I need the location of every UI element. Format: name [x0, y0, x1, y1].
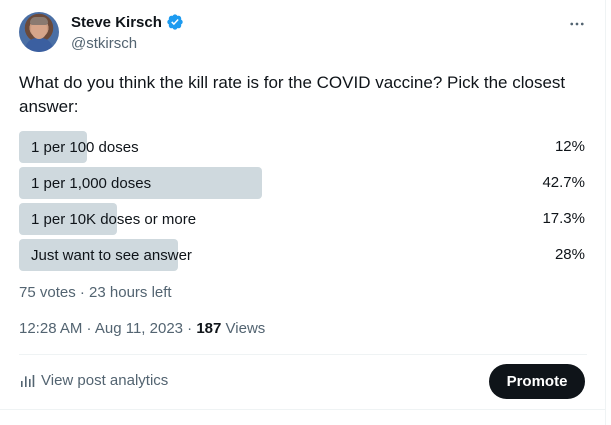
author-handle[interactable]: @stkirsch	[71, 35, 137, 52]
views-label: Views	[221, 320, 266, 337]
post-card: Steve Kirsch @stkirsch What do you think…	[0, 0, 606, 425]
bar-chart-icon	[21, 374, 35, 387]
promote-button[interactable]: Promote	[489, 364, 585, 399]
bottom-divider	[0, 409, 606, 410]
poll-option: 1 per 100 doses 12%	[19, 131, 587, 163]
poll: 1 per 100 doses 12% 1 per 1,000 doses 42.7%…	[19, 131, 587, 275]
views-count: 187	[196, 320, 222, 337]
author-name[interactable]: Steve Kirsch	[71, 14, 162, 31]
verified-badge-icon[interactable]	[166, 13, 184, 31]
more-horizontal-icon[interactable]	[565, 12, 589, 36]
poll-option-percent: 42.7%	[542, 174, 585, 191]
post-header: Steve Kirsch @stkirsch	[19, 12, 589, 56]
poll-option: Just want to see answer 28%	[19, 239, 587, 271]
poll-option-label: 1 per 10K doses or more	[31, 210, 197, 228]
poll-summary: 75 votes · 23 hours left	[19, 284, 172, 301]
poll-option: 1 per 1,000 doses 42.7%	[19, 167, 587, 199]
divider	[19, 354, 587, 355]
more-dots-icon	[570, 22, 584, 26]
post-text: What do you think the kill rate is for t…	[19, 73, 566, 116]
poll-option-label: Just want to see answer	[31, 246, 192, 264]
poll-option-label: 1 per 100 doses	[31, 138, 139, 156]
poll-option-percent: 12%	[554, 138, 585, 155]
avatar[interactable]	[19, 12, 59, 52]
view-analytics-label[interactable]: View post analytics	[41, 372, 168, 389]
poll-option: 1 per 10K doses or more 17.3%	[19, 203, 587, 235]
author-name-row[interactable]: Steve Kirsch	[71, 13, 184, 31]
poll-option-percent: 17.3%	[542, 210, 585, 227]
post-timestamp[interactable]: 12:28 AM · Aug 11, 2023 · 187 Views	[19, 320, 265, 337]
avatar-hair	[30, 17, 48, 25]
post-datetime[interactable]: 12:28 AM · Aug 11, 2023 ·	[19, 320, 196, 337]
poll-option-label: 1 per 1,000 doses	[31, 174, 152, 192]
poll-option-percent: 28%	[554, 246, 585, 263]
avatar-shirt	[25, 38, 53, 52]
view-analytics-link[interactable]: View post analytics	[19, 372, 168, 389]
